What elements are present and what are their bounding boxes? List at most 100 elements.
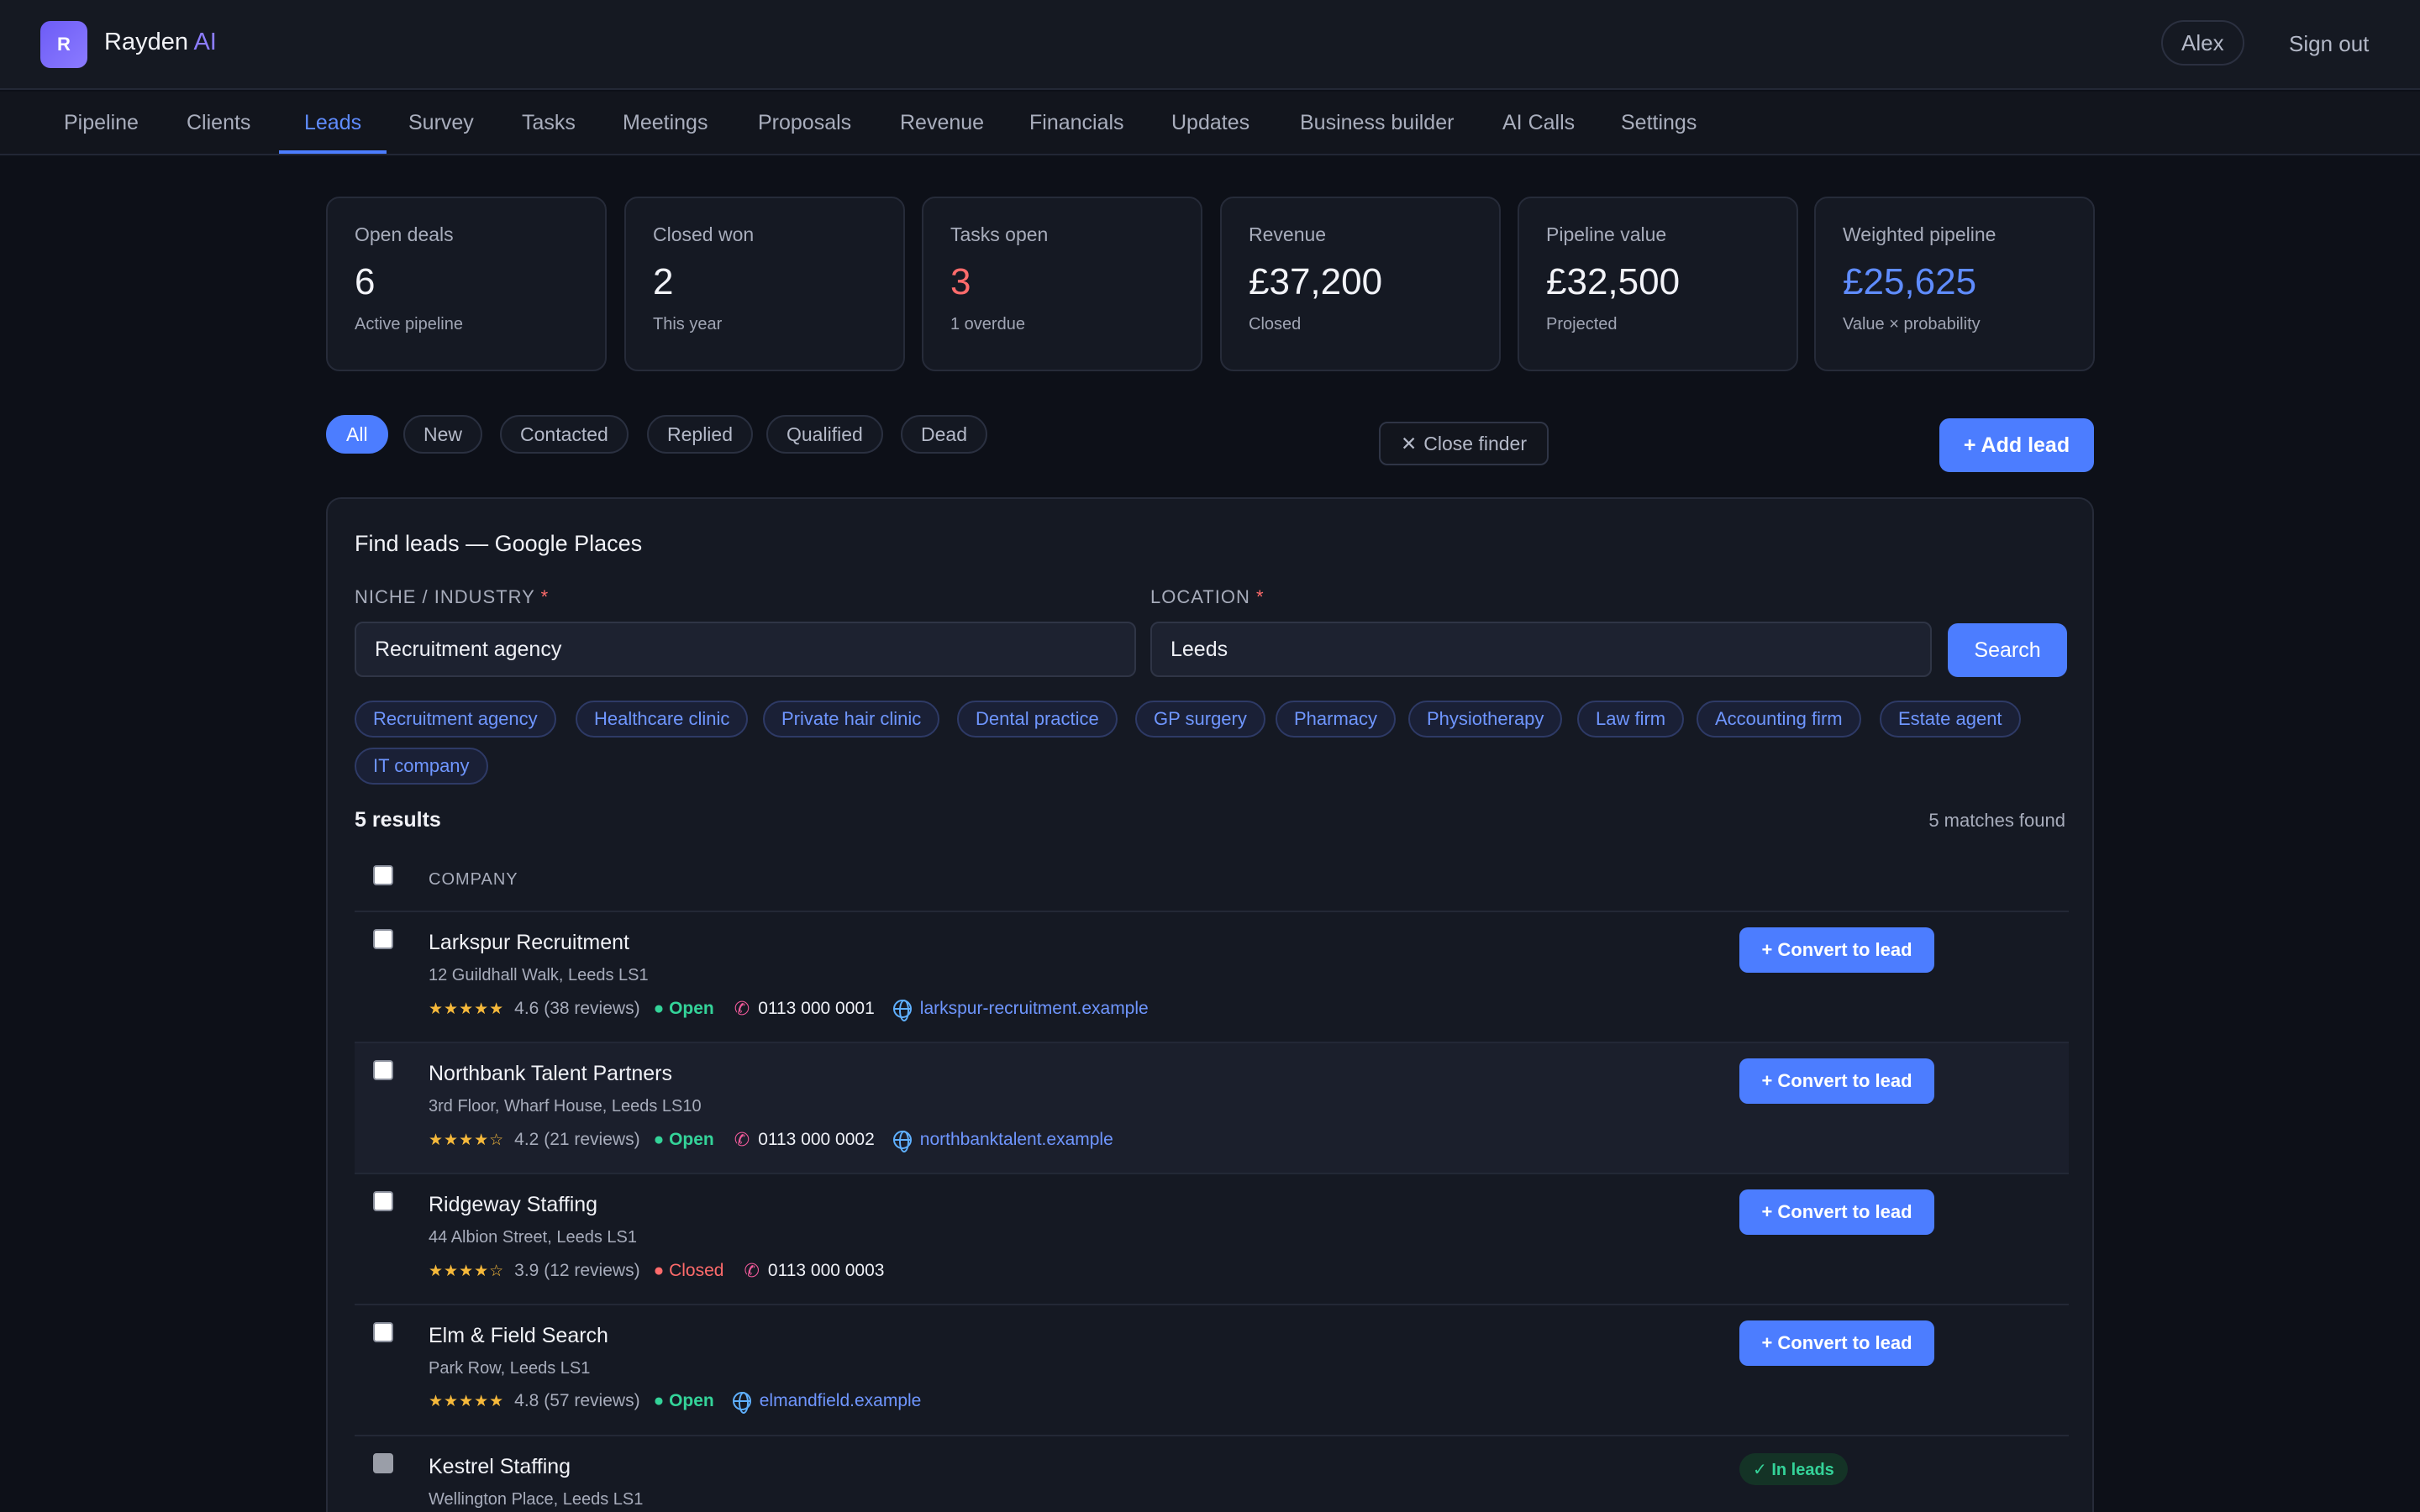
tab-survey[interactable]: Survey bbox=[383, 92, 499, 154]
stat-card-closed-won: Closed won 2 This year bbox=[624, 197, 905, 371]
niche-suggestion[interactable]: Accounting firm bbox=[1697, 701, 1861, 738]
tab-leads[interactable]: Leads bbox=[279, 92, 387, 154]
tab-pipeline[interactable]: Pipeline bbox=[39, 92, 164, 154]
in-leads-badge: ✓ In leads bbox=[1739, 1453, 1848, 1485]
stat-sub: 1 overdue bbox=[950, 315, 1025, 333]
app-logo[interactable]: R bbox=[40, 21, 87, 68]
result-row: Ridgeway Staffing 44 Albion Street, Leed… bbox=[355, 1173, 2069, 1304]
filter-contacted[interactable]: Contacted bbox=[500, 415, 629, 454]
company-address: 44 Albion Street, Leeds LS1 bbox=[429, 1228, 637, 1247]
tab-settings[interactable]: Settings bbox=[1596, 92, 1722, 154]
stat-card-pipeline-value: Pipeline value £32,500 Projected bbox=[1518, 197, 1798, 371]
stat-card-open-deals: Open deals 6 Active pipeline bbox=[326, 197, 607, 371]
phone-number[interactable]: 0113 000 0002 bbox=[758, 1130, 875, 1150]
niche-suggestion[interactable]: IT company bbox=[355, 748, 488, 785]
result-row: Elm & Field Search Park Row, Leeds LS1 ★… bbox=[355, 1304, 2069, 1435]
close-finder-button[interactable]: ✕ Close finder bbox=[1379, 422, 1549, 465]
rating-stars: ★★★★★ bbox=[429, 1000, 505, 1018]
stat-value: 3 bbox=[950, 261, 971, 302]
filter-dead[interactable]: Dead bbox=[901, 415, 987, 454]
stat-label: Closed won bbox=[653, 223, 755, 245]
status-badge: ● Open bbox=[653, 1391, 714, 1410]
search-button[interactable]: Search bbox=[1948, 623, 2067, 677]
niche-suggestion[interactable]: Physiotherapy bbox=[1408, 701, 1563, 738]
add-lead-button[interactable]: + Add lead bbox=[1939, 418, 2094, 472]
tab-financials[interactable]: Financials bbox=[1004, 92, 1150, 154]
company-name: Larkspur Recruitment bbox=[429, 931, 629, 954]
matches-found: 5 matches found bbox=[1928, 810, 2065, 831]
niche-suggestion[interactable]: Recruitment agency bbox=[355, 701, 556, 738]
app-name[interactable]: Rayden AI bbox=[104, 29, 217, 56]
rating-stars: ★★★★☆ bbox=[429, 1131, 505, 1149]
rating-stars: ★★★★★ bbox=[429, 1392, 505, 1410]
company-address: 3rd Floor, Wharf House, Leeds LS10 bbox=[429, 1097, 702, 1116]
globe-icon bbox=[892, 1131, 912, 1152]
company-address: Wellington Place, Leeds LS1 bbox=[429, 1490, 644, 1509]
stat-card-revenue: Revenue £37,200 Closed bbox=[1220, 197, 1501, 371]
company-address: 12 Guildhall Walk, Leeds LS1 bbox=[429, 966, 649, 984]
tab-revenue[interactable]: Revenue bbox=[875, 92, 1009, 154]
tab-proposals[interactable]: Proposals bbox=[733, 92, 876, 154]
tab-business-builder[interactable]: Business builder bbox=[1275, 92, 1479, 154]
niche-label: NICHE / INDUSTRY * bbox=[355, 586, 549, 608]
stat-value: £37,200 bbox=[1249, 261, 1383, 302]
tab-clients[interactable]: Clients bbox=[161, 92, 276, 154]
niche-suggestion[interactable]: Pharmacy bbox=[1276, 701, 1397, 738]
tab-ai-calls[interactable]: AI Calls bbox=[1477, 92, 1600, 154]
stat-label: Revenue bbox=[1249, 223, 1327, 245]
top-bar: R Rayden AI Alex Sign out bbox=[0, 0, 2420, 90]
rating-text: 4.8 (57 reviews) bbox=[514, 1391, 640, 1410]
close-finder-label: Close finder bbox=[1423, 432, 1528, 454]
row-checkbox[interactable] bbox=[373, 929, 393, 949]
location-input[interactable]: Leeds bbox=[1150, 622, 1932, 677]
phone-number[interactable]: 0113 000 0003 bbox=[768, 1261, 885, 1281]
niche-suggestion[interactable]: Law firm bbox=[1577, 701, 1685, 738]
user-menu[interactable]: Alex bbox=[2161, 20, 2244, 66]
filter-all[interactable]: All bbox=[326, 415, 388, 454]
row-checkbox[interactable] bbox=[373, 1322, 393, 1342]
website-link[interactable]: elmandfield.example bbox=[760, 1391, 922, 1411]
tab-meetings[interactable]: Meetings bbox=[597, 92, 733, 154]
phone-icon: ✆ bbox=[744, 1260, 760, 1281]
stat-label: Weighted pipeline bbox=[1843, 223, 1996, 245]
rating-text: 3.9 (12 reviews) bbox=[514, 1261, 640, 1280]
website-link[interactable]: northbanktalent.example bbox=[920, 1130, 1113, 1150]
niche-suggestion[interactable]: Private hair clinic bbox=[763, 701, 940, 738]
convert-to-lead-button[interactable]: + Convert to lead bbox=[1739, 1189, 1934, 1235]
convert-to-lead-button[interactable]: + Convert to lead bbox=[1739, 1058, 1934, 1104]
location-label-text: LOCATION bbox=[1150, 586, 1250, 607]
result-row: Northbank Talent Partners 3rd Floor, Wha… bbox=[355, 1042, 2069, 1173]
stat-label: Pipeline value bbox=[1546, 223, 1667, 245]
niche-suggestion[interactable]: Dental practice bbox=[957, 701, 1118, 738]
select-all-checkbox[interactable] bbox=[373, 865, 393, 885]
tab-tasks[interactable]: Tasks bbox=[497, 92, 601, 154]
sign-out-link[interactable]: Sign out bbox=[2289, 31, 2369, 57]
row-checkbox[interactable] bbox=[373, 1191, 393, 1211]
stat-value: 2 bbox=[653, 261, 674, 302]
filter-new[interactable]: New bbox=[403, 415, 483, 454]
tab-updates[interactable]: Updates bbox=[1146, 92, 1275, 154]
convert-to-lead-button[interactable]: + Convert to lead bbox=[1739, 1320, 1934, 1366]
convert-to-lead-button[interactable]: + Convert to lead bbox=[1739, 927, 1934, 973]
company-address: Park Row, Leeds LS1 bbox=[429, 1359, 591, 1378]
app-name-main: Rayden bbox=[104, 29, 188, 55]
location-label: LOCATION * bbox=[1150, 586, 1265, 608]
niche-suggestion[interactable]: Estate agent bbox=[1880, 701, 2021, 738]
website-link[interactable]: larkspur-recruitment.example bbox=[920, 999, 1149, 1019]
rating-stars: ★★★★☆ bbox=[429, 1262, 505, 1280]
niche-suggestion[interactable]: Healthcare clinic bbox=[576, 701, 749, 738]
filter-qualified[interactable]: Qualified bbox=[766, 415, 883, 454]
stat-sub: Active pipeline bbox=[355, 315, 463, 333]
phone-number[interactable]: 0113 000 0001 bbox=[758, 999, 875, 1019]
niche-input[interactable]: Recruitment agency bbox=[355, 622, 1136, 677]
niche-suggestion[interactable]: GP surgery bbox=[1135, 701, 1265, 738]
stat-sub: Closed bbox=[1249, 315, 1302, 333]
company-meta: ★★★★★ 4.8 (57 reviews) ● Open elmandfiel… bbox=[429, 1391, 922, 1414]
stat-card-weighted-pipeline: Weighted pipeline £25,625 Value × probab… bbox=[1814, 197, 2095, 371]
row-checkbox[interactable] bbox=[373, 1060, 393, 1080]
stat-sub: This year bbox=[653, 315, 723, 333]
filter-replied[interactable]: Replied bbox=[647, 415, 753, 454]
rating-text: 4.6 (38 reviews) bbox=[514, 999, 640, 1018]
main-nav: Pipeline Clients Leads Survey Tasks Meet… bbox=[0, 92, 2420, 155]
stat-value: £25,625 bbox=[1843, 261, 1977, 302]
